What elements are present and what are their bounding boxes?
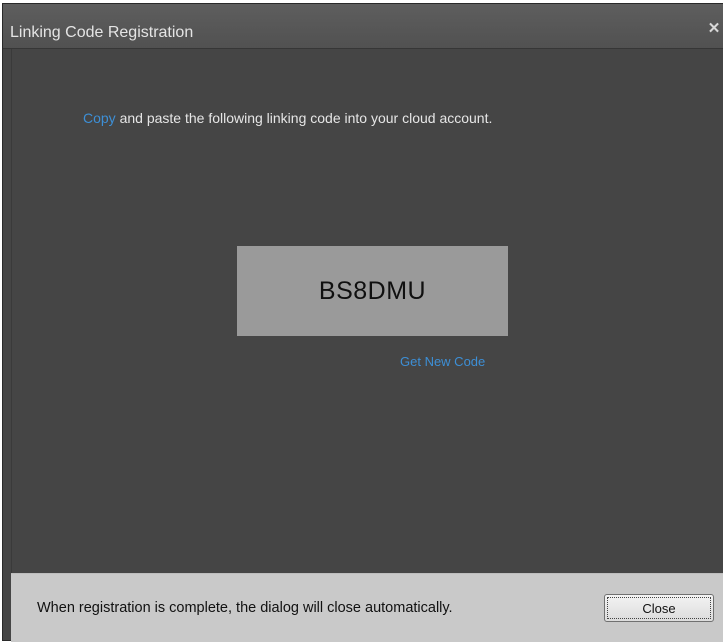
footer-message: When registration is complete, the dialo… <box>37 600 453 616</box>
copy-link[interactable]: Copy <box>83 110 116 126</box>
dialog-content: Copy and paste the following linking cod… <box>11 49 723 573</box>
title-bar: Linking Code Registration ✕ <box>3 4 723 49</box>
dialog-title: Linking Code Registration <box>10 24 194 41</box>
linking-code-box: BS8DMU <box>237 246 508 336</box>
close-button-label: Close <box>607 597 711 619</box>
close-icon[interactable]: ✕ <box>707 21 721 37</box>
linking-code: BS8DMU <box>318 276 427 305</box>
linking-code-dialog: Linking Code Registration ✕ Copy and pas… <box>2 3 723 642</box>
instruction-rest: and paste the following linking code int… <box>115 110 493 126</box>
close-button[interactable]: Close <box>604 594 714 622</box>
instruction-text: Copy and paste the following linking cod… <box>83 109 492 127</box>
get-new-code-link[interactable]: Get New Code <box>400 354 485 369</box>
dialog-footer: When registration is complete, the dialo… <box>11 573 723 642</box>
